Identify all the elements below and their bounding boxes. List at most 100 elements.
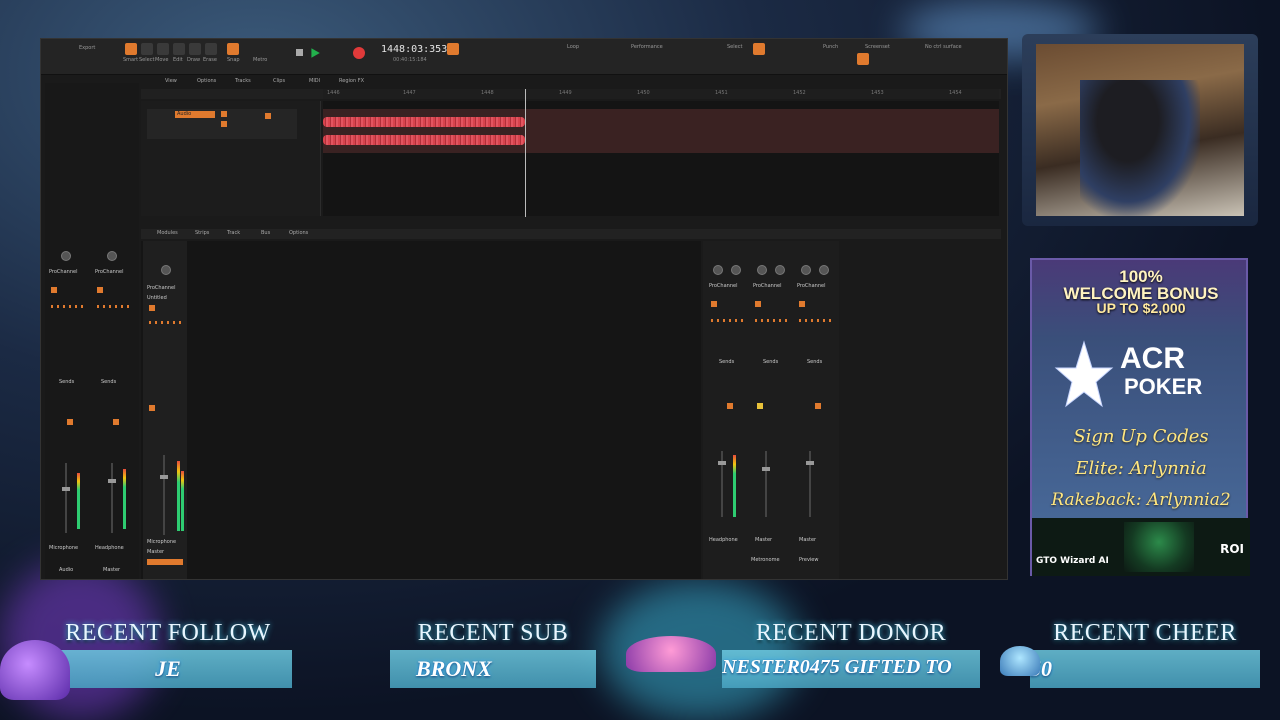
track-name[interactable]: Audio bbox=[175, 111, 215, 118]
prochannel-power[interactable] bbox=[51, 287, 57, 293]
screenset-1-button[interactable] bbox=[857, 53, 869, 65]
menu-options[interactable]: Options bbox=[197, 78, 216, 84]
track-strip: ProChannel Untitled Microphone Master bbox=[143, 241, 187, 579]
menu-view[interactable]: View bbox=[165, 78, 177, 84]
toolbar-label-metro[interactable]: Metro bbox=[253, 57, 267, 63]
record-arm-toggle[interactable] bbox=[67, 419, 73, 425]
output-label[interactable]: Master bbox=[147, 549, 164, 555]
punch-toggle[interactable] bbox=[753, 43, 765, 55]
input-echo-toggle[interactable] bbox=[221, 121, 227, 127]
pan-knob[interactable] bbox=[731, 265, 741, 275]
prochannel-label: ProChannel bbox=[753, 283, 782, 289]
pan-knob[interactable] bbox=[775, 265, 785, 275]
loop-button[interactable] bbox=[447, 43, 459, 55]
menu-tracks[interactable]: Tracks bbox=[235, 78, 251, 84]
timeline-ruler[interactable]: 1446 1447 1448 1449 1450 1451 1452 1453 … bbox=[323, 89, 999, 99]
toolbar-label-select: Select bbox=[139, 57, 155, 63]
prochannel-power[interactable] bbox=[755, 301, 761, 307]
mute-toggle[interactable] bbox=[757, 403, 763, 409]
move-tool-button[interactable] bbox=[157, 43, 169, 55]
record-button[interactable] bbox=[353, 47, 365, 59]
eq-dots bbox=[51, 305, 83, 308]
gain-knob[interactable] bbox=[757, 265, 767, 275]
menu-midi[interactable]: MIDI bbox=[309, 78, 320, 84]
select-tool-button[interactable] bbox=[141, 43, 153, 55]
draw-tool-button[interactable] bbox=[189, 43, 201, 55]
console-tab-bus[interactable]: Bus bbox=[261, 230, 270, 236]
clips-pane[interactable] bbox=[323, 101, 999, 216]
record-arm-toggle[interactable] bbox=[221, 111, 227, 117]
solo-toggle[interactable] bbox=[815, 403, 821, 409]
toolbar-label-performance: Performance bbox=[631, 44, 663, 50]
gto-hero-image bbox=[1124, 522, 1194, 572]
prochannel-label: ProChannel bbox=[797, 283, 826, 289]
ruler-mark: 1449 bbox=[559, 90, 572, 96]
gain-knob[interactable] bbox=[801, 265, 811, 275]
prochannel-power[interactable] bbox=[149, 305, 155, 311]
ruler-mark: 1450 bbox=[637, 90, 650, 96]
strip-name: Preview bbox=[799, 557, 819, 563]
output-label[interactable]: Master bbox=[755, 537, 772, 543]
smart-tool-button[interactable] bbox=[125, 43, 137, 55]
erase-tool-button[interactable] bbox=[205, 43, 217, 55]
toolbar-label-edit: Edit bbox=[173, 57, 183, 63]
console-tab-modules[interactable]: Modules bbox=[157, 230, 178, 236]
toolbar-label-export[interactable]: Export bbox=[79, 45, 95, 51]
console-tab-strips[interactable]: Strips bbox=[195, 230, 209, 236]
menu-region-fx[interactable]: Region FX bbox=[339, 78, 364, 84]
toolbar-label-screenset[interactable]: Screenset bbox=[865, 44, 890, 50]
pan-knob[interactable] bbox=[819, 265, 829, 275]
menu-clips[interactable]: Clips bbox=[273, 78, 285, 84]
eq-dots bbox=[149, 321, 181, 324]
prochannel-power[interactable] bbox=[97, 287, 103, 293]
level-meter bbox=[177, 461, 180, 531]
inspector-strip-audio: ProChannel Sends Microphone Audio bbox=[47, 83, 87, 579]
ruler-mark: 1446 bbox=[327, 90, 340, 96]
snap-button[interactable] bbox=[227, 43, 239, 55]
edit-tool-button[interactable] bbox=[173, 43, 185, 55]
toolbar-label-control-surface[interactable]: No ctrl surface bbox=[925, 44, 962, 50]
track-lane[interactable] bbox=[323, 109, 999, 153]
bus-strips: ProChannel Sends Headphone ProChannel Se… bbox=[703, 241, 839, 579]
output-label[interactable]: Headphone bbox=[95, 545, 124, 551]
gain-knob[interactable] bbox=[161, 265, 171, 275]
gain-knob[interactable] bbox=[713, 265, 723, 275]
playhead[interactable] bbox=[525, 89, 526, 217]
gain-knob[interactable] bbox=[61, 251, 71, 261]
track-header[interactable]: Audio bbox=[147, 109, 297, 139]
banner-title: RECENT DONOR bbox=[755, 620, 947, 646]
solo-toggle[interactable] bbox=[113, 419, 119, 425]
input-label[interactable]: Microphone bbox=[147, 539, 176, 545]
prochannel-power[interactable] bbox=[799, 301, 805, 307]
play-button[interactable] bbox=[311, 48, 320, 58]
fader-handle[interactable] bbox=[762, 467, 770, 471]
input-label[interactable]: Microphone bbox=[49, 545, 78, 551]
audio-clip[interactable] bbox=[323, 113, 525, 149]
roi-label: ROI bbox=[1220, 542, 1244, 556]
fader-handle[interactable] bbox=[62, 487, 70, 491]
gto-wizard-ad[interactable]: GTO Wizard AI ROI bbox=[1032, 518, 1250, 576]
gain-knob[interactable] bbox=[107, 251, 117, 261]
stop-button[interactable] bbox=[296, 49, 303, 56]
record-arm-toggle[interactable] bbox=[149, 405, 155, 411]
fader-handle[interactable] bbox=[108, 479, 116, 483]
ruler-mark: 1452 bbox=[793, 90, 806, 96]
prochannel-power[interactable] bbox=[711, 301, 717, 307]
sends-label: Sends bbox=[719, 359, 735, 365]
bonus-amount: UP TO $2,000 bbox=[1096, 300, 1186, 316]
console-tabs: Modules Strips Track Bus Options bbox=[141, 229, 1001, 239]
console-tab-track[interactable]: Track bbox=[227, 230, 240, 236]
level-meter bbox=[77, 473, 80, 529]
toolbar-label-smart: Smart bbox=[123, 57, 139, 63]
fader-handle[interactable] bbox=[806, 461, 814, 465]
solo-toggle[interactable] bbox=[727, 403, 733, 409]
console-tab-options[interactable]: Options bbox=[289, 230, 308, 236]
time-subreadout: 00:40:15:184 bbox=[393, 57, 427, 63]
output-label[interactable]: Headphone bbox=[709, 537, 738, 543]
fader-handle[interactable] bbox=[718, 461, 726, 465]
banner-title: RECENT FOLLOW bbox=[65, 620, 271, 646]
fader-handle[interactable] bbox=[160, 475, 168, 479]
fx-toggle[interactable] bbox=[265, 113, 271, 119]
output-label[interactable]: Master bbox=[799, 537, 816, 543]
sponsor-ad-panel[interactable]: 100% WELCOME BONUS UP TO $2,000 ACR POKE… bbox=[1030, 258, 1250, 576]
